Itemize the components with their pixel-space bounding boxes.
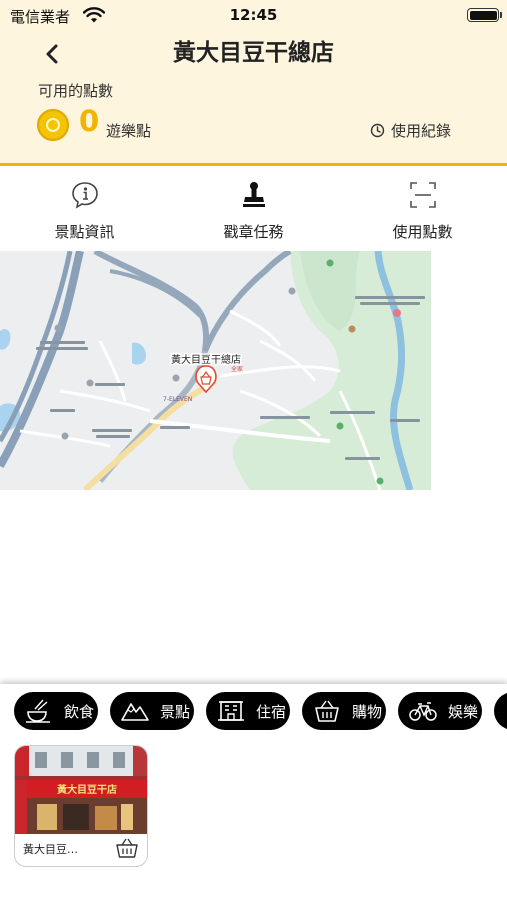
map-view[interactable]: 黃大目豆干總店 7-ELEVEN 全家 [0, 251, 431, 490]
category-label: 飲食 [64, 702, 95, 721]
tab-label: 景點資訊 [54, 223, 115, 241]
shop-photo: 黃大目豆干店 [15, 746, 147, 834]
clock: 12:45 [229, 6, 278, 24]
hotel-icon [218, 701, 244, 721]
category-label: 購物 [352, 702, 383, 721]
category-entertainment[interactable]: 娛樂 [398, 692, 482, 730]
history-label: 使用紀錄 [391, 121, 452, 140]
tab-use-points[interactable]: 使用點數 [338, 169, 507, 245]
map-label-familymart: 全家 [231, 365, 243, 373]
place-card[interactable]: 黃大目豆干店 黃大目豆… [14, 745, 148, 867]
category-shopping[interactable]: 購物 [302, 692, 386, 730]
map-pin-label: 黃大目豆干總店 [171, 353, 241, 366]
coin-icon [37, 109, 69, 141]
basket-icon [315, 700, 339, 722]
place-name: 黃大目豆… [23, 843, 78, 856]
battery-icon [467, 8, 499, 22]
status-bar: 電信業者 12:45 [0, 0, 507, 32]
tab-stamp-mission[interactable]: 戳章任務 [169, 169, 338, 245]
basket-icon [116, 838, 138, 858]
shop-sign: 黃大目豆干店 [57, 783, 117, 796]
tab-label: 使用點數 [392, 223, 453, 241]
map-label-711: 7-ELEVEN [163, 396, 192, 403]
header-panel: 電信業者 12:45 黃大目豆干總店 可用的點數 0 遊樂點 使用紀錄 [0, 0, 507, 166]
info-icon [72, 182, 98, 209]
category-food[interactable]: 飲食 [14, 692, 98, 730]
page-title: 黃大目豆干總店 [173, 40, 334, 66]
points-label: 可用的點數 [38, 82, 114, 100]
battery-tip [500, 12, 502, 18]
bicycle-icon [409, 702, 437, 721]
category-lodging[interactable]: 住宿 [206, 692, 290, 730]
category-bar[interactable]: 飲食 景點 住宿 購物 娛樂 [0, 690, 507, 732]
points-value: 0 [79, 104, 100, 138]
tab-label: 戳章任務 [223, 223, 284, 241]
category-attraction[interactable]: 景點 [110, 692, 194, 730]
feature-tabs: 景點資訊 戳章任務 使用點數 [0, 169, 507, 245]
category-label: 娛樂 [448, 702, 479, 721]
clock-icon [370, 123, 385, 137]
points-unit: 遊樂點 [106, 122, 152, 140]
food-icon [26, 699, 50, 723]
category-label: 住宿 [256, 702, 287, 721]
scan-icon [410, 182, 436, 208]
category-label: 景點 [160, 702, 191, 721]
map-graphic: 黃大目豆干總店 7-ELEVEN 全家 [0, 251, 431, 490]
bottom-sheet: 飲食 景點 住宿 購物 娛樂 黃大目豆干店 黃大目豆… [0, 684, 507, 900]
tab-attraction-info[interactable]: 景點資訊 [0, 169, 169, 245]
stamp-icon [243, 182, 265, 207]
category-more[interactable] [494, 692, 507, 730]
mountain-icon [121, 703, 149, 721]
history-button[interactable]: 使用紀錄 [370, 120, 451, 140]
